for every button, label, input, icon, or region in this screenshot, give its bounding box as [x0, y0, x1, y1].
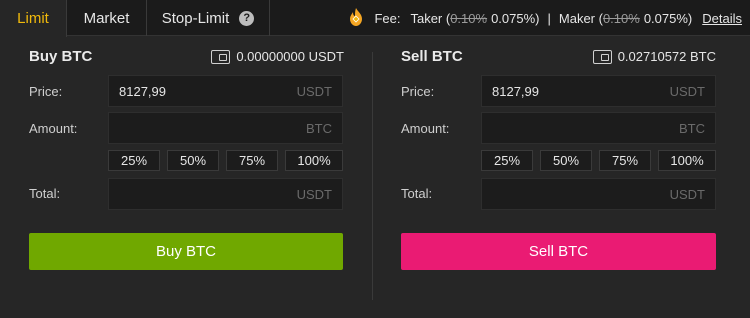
maker-label: Maker ( [558, 10, 603, 26]
fee-details-link[interactable]: Details [702, 11, 742, 26]
buy-amount-input[interactable]: BTC [108, 112, 343, 144]
sell-price-input[interactable]: 8127,99 USDT [481, 75, 716, 107]
tab-market[interactable]: Market [67, 0, 147, 36]
buy-pct-25-button[interactable]: 25% [108, 150, 160, 171]
sell-pct-75-button[interactable]: 75% [599, 150, 651, 171]
buy-panel: Buy BTC 0.00000000 USDT Price: 8127,99 U… [0, 36, 372, 318]
sell-amount-label: Amount: [401, 121, 450, 136]
help-icon[interactable]: ? [239, 10, 255, 26]
buy-amount-unit: BTC [306, 120, 332, 136]
order-type-bar: Limit Market Stop-Limit ? Fee: Taker ( 0… [0, 0, 750, 37]
buy-price-unit: USDT [296, 83, 332, 99]
buy-price-value: 8127,99 [119, 83, 166, 99]
buy-price-input[interactable]: 8127,99 USDT [108, 75, 343, 107]
tab-stop-limit-label: Stop-Limit [161, 9, 230, 27]
buy-pct-50-button[interactable]: 50% [167, 150, 219, 171]
buy-balance: 0.00000000 USDT [211, 49, 344, 64]
sell-amount-input[interactable]: BTC [481, 112, 716, 144]
maker-old-fee: 0.10% [602, 10, 640, 26]
sell-panel: Sell BTC 0.02710572 BTC Price: 8127,99 U… [373, 36, 750, 318]
bnb-fire-icon [346, 7, 366, 30]
fee-label: Fee: [374, 10, 401, 26]
buy-pct-75-button[interactable]: 75% [226, 150, 278, 171]
sell-total-label: Total: [401, 186, 433, 201]
buy-total-unit: USDT [296, 186, 332, 202]
fee-info: Fee: Taker ( 0.10% 0.075%) | Maker ( 0.1… [346, 0, 742, 36]
sell-pct-25-button[interactable]: 25% [481, 150, 533, 171]
buy-total-input[interactable]: USDT [108, 178, 343, 210]
fee-separator: | [547, 10, 551, 26]
taker-new-fee: 0.075%) [491, 10, 540, 26]
maker-new-fee: 0.075%) [643, 10, 693, 26]
sell-pct-50-button[interactable]: 50% [540, 150, 592, 171]
buy-total-label: Total: [29, 186, 61, 201]
sell-btc-button[interactable]: Sell BTC [401, 233, 716, 270]
buy-price-label: Price: [29, 84, 63, 99]
sell-price-label: Price: [401, 84, 435, 99]
buy-title: Buy BTC [29, 48, 93, 65]
wallet-icon [592, 49, 612, 64]
sell-title: Sell BTC [401, 48, 463, 65]
sell-price-unit: USDT [669, 83, 705, 99]
buy-amount-label: Amount: [29, 121, 78, 136]
buy-btc-button[interactable]: Buy BTC [29, 233, 343, 270]
tab-limit[interactable]: Limit [0, 0, 67, 37]
wallet-icon [211, 49, 231, 64]
sell-total-unit: USDT [669, 186, 705, 202]
sell-price-value: 8127,99 [492, 83, 539, 99]
taker-label: Taker ( [410, 10, 451, 26]
buy-balance-value: 0.00000000 USDT [236, 49, 344, 64]
tab-stop-limit[interactable]: Stop-Limit ? [147, 0, 270, 36]
sell-balance: 0.02710572 BTC [592, 49, 716, 64]
sell-amount-unit: BTC [679, 120, 705, 136]
sell-total-input[interactable]: USDT [481, 178, 716, 210]
sell-balance-value: 0.02710572 BTC [617, 49, 716, 64]
taker-old-fee: 0.10% [450, 10, 488, 26]
buy-pct-100-button[interactable]: 100% [285, 150, 343, 171]
sell-pct-100-button[interactable]: 100% [658, 150, 716, 171]
